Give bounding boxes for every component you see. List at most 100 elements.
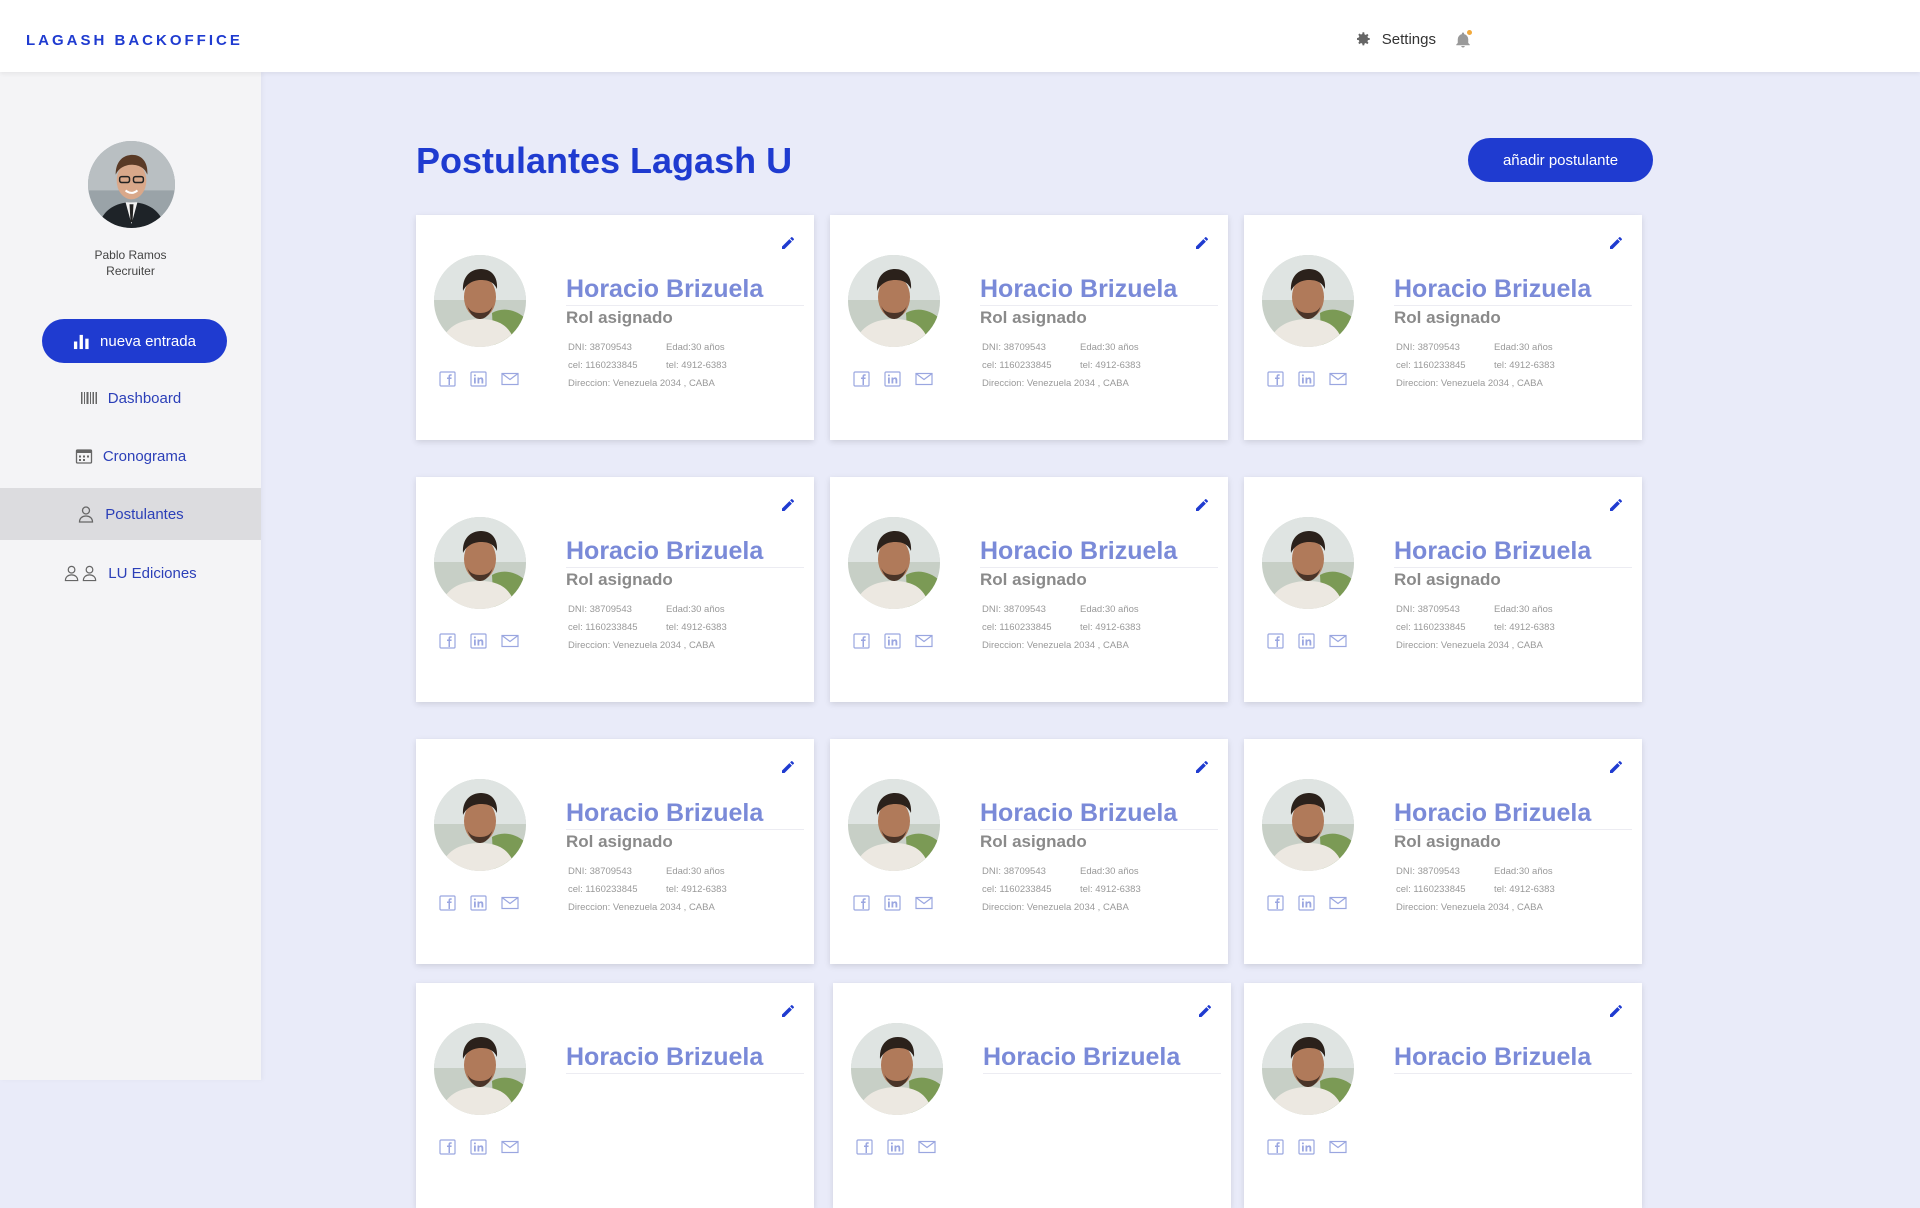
applicant-photo: [848, 255, 940, 347]
applicant-name: Horacio Brizuela: [1394, 537, 1592, 565]
edit-icon[interactable]: [780, 235, 796, 251]
new-entry-button[interactable]: nueva entrada: [42, 319, 227, 363]
email-icon[interactable]: [915, 633, 933, 649]
applicant-avatar[interactable]: [851, 1023, 943, 1115]
email-icon[interactable]: [501, 633, 519, 649]
linkedin-icon[interactable]: [470, 895, 488, 911]
sidebar-item-lu-ediciones[interactable]: LU Ediciones: [0, 547, 261, 599]
applicant-card[interactable]: Horacio Brizuela: [1244, 983, 1642, 1208]
linkedin-icon[interactable]: [470, 633, 488, 649]
email-icon[interactable]: [501, 895, 519, 911]
sidebar-item-postulantes[interactable]: Postulantes: [0, 488, 261, 540]
applicant-cel: cel: 1160233845: [568, 884, 638, 895]
facebook-icon[interactable]: [856, 1139, 874, 1155]
edit-icon[interactable]: [780, 497, 796, 513]
facebook-icon[interactable]: [439, 371, 457, 387]
applicant-card[interactable]: Horacio Brizuela Rol asignado DNI: 38709…: [416, 477, 814, 702]
linkedin-icon[interactable]: [887, 1139, 905, 1155]
linkedin-icon[interactable]: [470, 371, 488, 387]
applicant-dni: DNI: 38709543: [568, 342, 632, 353]
email-icon[interactable]: [501, 371, 519, 387]
sidebar-item-cronograma[interactable]: Cronograma: [0, 430, 261, 482]
applicant-cel: cel: 1160233845: [982, 360, 1052, 371]
applicant-avatar[interactable]: [1262, 779, 1354, 871]
email-icon[interactable]: [915, 895, 933, 911]
applicant-address: Direccion: Venezuela 2034 , CABA: [982, 640, 1129, 651]
applicant-role: Rol asignado: [1394, 308, 1501, 327]
edit-icon[interactable]: [1608, 497, 1624, 513]
applicant-card[interactable]: Horacio Brizuela Rol asignado DNI: 38709…: [830, 477, 1228, 702]
linkedin-icon[interactable]: [1298, 1139, 1316, 1155]
linkedin-icon[interactable]: [470, 1139, 488, 1155]
facebook-icon[interactable]: [439, 1139, 457, 1155]
notification-button[interactable]: [1454, 30, 1472, 50]
edit-icon[interactable]: [1194, 759, 1210, 775]
edit-icon[interactable]: [1197, 1003, 1213, 1019]
applicant-card[interactable]: Horacio Brizuela Rol asignado DNI: 38709…: [1244, 477, 1642, 702]
edit-icon[interactable]: [1608, 1003, 1624, 1019]
applicant-avatar[interactable]: [434, 1023, 526, 1115]
edit-icon[interactable]: [780, 759, 796, 775]
linkedin-icon[interactable]: [884, 371, 902, 387]
linkedin-icon[interactable]: [1298, 633, 1316, 649]
email-icon[interactable]: [1329, 1139, 1347, 1155]
facebook-icon[interactable]: [853, 371, 871, 387]
add-applicant-button[interactable]: añadir postulante: [1468, 138, 1653, 182]
edit-icon[interactable]: [1608, 759, 1624, 775]
applicant-card[interactable]: Horacio Brizuela: [416, 983, 814, 1208]
email-icon[interactable]: [1329, 633, 1347, 649]
edit-icon[interactable]: [780, 1003, 796, 1019]
edit-icon[interactable]: [1194, 497, 1210, 513]
linkedin-icon[interactable]: [884, 633, 902, 649]
applicant-avatar[interactable]: [1262, 517, 1354, 609]
applicant-card[interactable]: Horacio Brizuela Rol asignado DNI: 38709…: [1244, 215, 1642, 440]
settings-label: Settings: [1381, 30, 1436, 48]
facebook-icon[interactable]: [1267, 1139, 1285, 1155]
applicant-avatar[interactable]: [1262, 1023, 1354, 1115]
applicant-card[interactable]: Horacio Brizuela: [833, 983, 1231, 1208]
divider: [1394, 829, 1632, 830]
applicant-cel: cel: 1160233845: [982, 622, 1052, 633]
applicant-avatar[interactable]: [434, 255, 526, 347]
applicant-avatar[interactable]: [1262, 255, 1354, 347]
facebook-icon[interactable]: [853, 895, 871, 911]
facebook-icon[interactable]: [1267, 895, 1285, 911]
applicant-tel: tel: 4912-6383: [666, 884, 727, 895]
applicant-avatar[interactable]: [848, 779, 940, 871]
profile-avatar[interactable]: [88, 141, 175, 228]
linkedin-icon[interactable]: [1298, 371, 1316, 387]
email-icon[interactable]: [1329, 895, 1347, 911]
applicant-dni: DNI: 38709543: [568, 604, 632, 615]
email-icon[interactable]: [501, 1139, 519, 1155]
applicant-card[interactable]: Horacio Brizuela Rol asignado DNI: 38709…: [416, 215, 814, 440]
edit-icon[interactable]: [1194, 235, 1210, 251]
applicant-card[interactable]: Horacio Brizuela Rol asignado DNI: 38709…: [830, 739, 1228, 964]
applicant-role: Rol asignado: [1394, 570, 1501, 589]
email-icon[interactable]: [915, 371, 933, 387]
applicant-address: Direccion: Venezuela 2034 , CABA: [982, 378, 1129, 389]
social-links: [856, 1139, 936, 1155]
settings-button[interactable]: Settings: [1354, 30, 1436, 48]
linkedin-icon[interactable]: [884, 895, 902, 911]
divider: [983, 1073, 1221, 1074]
sidebar-item-dashboard[interactable]: Dashboard: [0, 372, 261, 424]
linkedin-icon[interactable]: [1298, 895, 1316, 911]
applicant-avatar[interactable]: [434, 779, 526, 871]
applicant-avatar[interactable]: [848, 255, 940, 347]
applicant-avatar[interactable]: [434, 517, 526, 609]
facebook-icon[interactable]: [439, 633, 457, 649]
email-icon[interactable]: [1329, 371, 1347, 387]
facebook-icon[interactable]: [1267, 371, 1285, 387]
applicant-card[interactable]: Horacio Brizuela Rol asignado DNI: 38709…: [1244, 739, 1642, 964]
brand-logo[interactable]: LAGASH BACKOFFICE: [26, 32, 243, 49]
applicant-name: Horacio Brizuela: [566, 537, 764, 565]
facebook-icon[interactable]: [439, 895, 457, 911]
email-icon[interactable]: [918, 1139, 936, 1155]
facebook-icon[interactable]: [853, 633, 871, 649]
edit-icon[interactable]: [1608, 235, 1624, 251]
facebook-icon[interactable]: [1267, 633, 1285, 649]
applicant-avatar[interactable]: [848, 517, 940, 609]
applicant-card[interactable]: Horacio Brizuela Rol asignado DNI: 38709…: [416, 739, 814, 964]
applicant-card[interactable]: Horacio Brizuela Rol asignado DNI: 38709…: [830, 215, 1228, 440]
applicant-cel: cel: 1160233845: [1396, 622, 1466, 633]
